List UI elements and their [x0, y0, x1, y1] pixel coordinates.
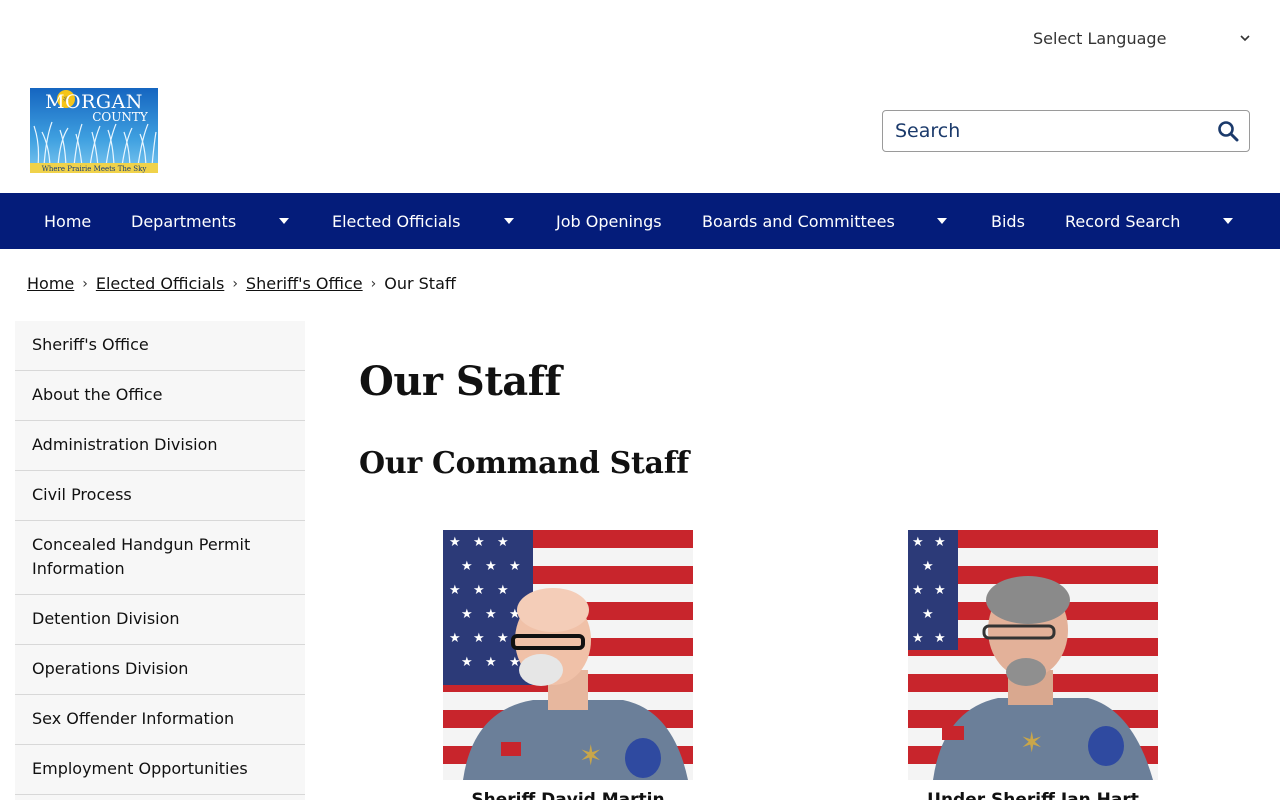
svg-text:★: ★	[485, 559, 497, 574]
sidebar-item-detention[interactable]: Detention Division	[15, 595, 305, 645]
svg-text:★: ★	[934, 583, 946, 598]
breadcrumb-separator: ›	[370, 275, 377, 292]
svg-text:★: ★	[449, 535, 461, 550]
page-title: Our Staff	[359, 358, 562, 405]
language-select-label: Select Language	[1033, 28, 1167, 48]
sidebar-item-sex-offender[interactable]: Sex Offender Information	[15, 695, 305, 745]
nav-home[interactable]: Home	[44, 193, 91, 249]
sidebar-item-more[interactable]	[15, 795, 305, 800]
svg-text:★: ★	[497, 583, 509, 598]
language-select[interactable]: Select Language	[1022, 24, 1262, 52]
search-input[interactable]	[895, 120, 1215, 142]
staff-photo: ★ ★ ★ ★ ★ ★ ★ ★ ✶	[908, 530, 1158, 780]
sidebar-item-civil-process[interactable]: Civil Process	[15, 471, 305, 521]
svg-text:★: ★	[485, 655, 497, 670]
departments-caret-icon[interactable]	[274, 193, 294, 249]
svg-text:★: ★	[912, 535, 924, 550]
sidebar-item-sheriffs-office[interactable]: Sheriff's Office	[15, 321, 305, 371]
staff-name: Under Sheriff Ian Hart	[927, 790, 1139, 800]
svg-text:★: ★	[922, 607, 934, 622]
search-box	[882, 110, 1250, 152]
nav-job-openings[interactable]: Job Openings	[556, 193, 662, 249]
nav-departments[interactable]: Departments	[131, 193, 236, 249]
svg-text:★: ★	[485, 607, 497, 622]
svg-text:★: ★	[473, 583, 485, 598]
search-icon[interactable]	[1215, 118, 1241, 144]
sidebar-item-operations[interactable]: Operations Division	[15, 645, 305, 695]
svg-text:★: ★	[461, 655, 473, 670]
svg-text:★: ★	[934, 631, 946, 646]
section-title: Our Command Staff	[359, 446, 689, 481]
breadcrumb-home[interactable]: Home	[27, 274, 74, 293]
svg-text:★: ★	[473, 535, 485, 550]
svg-text:✶: ✶	[1020, 726, 1043, 759]
svg-text:★: ★	[473, 631, 485, 646]
county-logo[interactable]: ☼ MORGAN COUNTY Where Prairie Meets The …	[30, 88, 158, 173]
breadcrumb-separator: ›	[232, 275, 238, 292]
main-nav: Home Departments Elected Officials Job O…	[0, 193, 1280, 249]
breadcrumb-current: Our Staff	[384, 274, 456, 293]
svg-text:★: ★	[922, 559, 934, 574]
nav-boards-committees[interactable]: Boards and Committees	[702, 193, 895, 249]
sidebar-item-administration[interactable]: Administration Division	[15, 421, 305, 471]
sidebar-item-about[interactable]: About the Office	[15, 371, 305, 421]
svg-text:★: ★	[934, 535, 946, 550]
svg-text:★: ★	[449, 631, 461, 646]
svg-text:COUNTY: COUNTY	[92, 110, 149, 124]
sidebar-nav: Sheriff's Office About the Office Admini…	[15, 321, 305, 800]
sidebar-item-concealed-handgun[interactable]: Concealed Handgun Permit Information	[15, 521, 305, 595]
breadcrumb: Home › Elected Officials › Sheriff's Off…	[27, 274, 456, 293]
svg-text:★: ★	[912, 583, 924, 598]
breadcrumb-sheriffs-office[interactable]: Sheriff's Office	[246, 274, 363, 293]
svg-text:✶: ✶	[579, 739, 602, 772]
staff-name: Sheriff David Martin	[471, 790, 665, 800]
svg-text:★: ★	[461, 607, 473, 622]
svg-text:★: ★	[509, 559, 521, 574]
nav-record-search[interactable]: Record Search	[1065, 193, 1180, 249]
breadcrumb-elected-officials[interactable]: Elected Officials	[96, 274, 224, 293]
sidebar-item-employment[interactable]: Employment Opportunities	[15, 745, 305, 795]
svg-text:★: ★	[497, 631, 509, 646]
chevron-down-icon	[1240, 31, 1250, 45]
svg-text:★: ★	[461, 559, 473, 574]
staff-photo: ★ ★ ★ ★ ★ ★ ★ ★ ★ ★ ★ ★ ★ ★ ★ ★ ★ ★ ✶	[443, 530, 693, 780]
svg-text:★: ★	[497, 535, 509, 550]
breadcrumb-separator: ›	[82, 275, 88, 292]
svg-text:★: ★	[449, 583, 461, 598]
svg-text:★: ★	[912, 631, 924, 646]
boards-caret-icon[interactable]	[932, 193, 952, 249]
svg-text:Where Prairie Meets The Sky: Where Prairie Meets The Sky	[42, 165, 147, 173]
nav-bids[interactable]: Bids	[991, 193, 1025, 249]
nav-elected-officials[interactable]: Elected Officials	[332, 193, 460, 249]
record-search-caret-icon[interactable]	[1218, 193, 1238, 249]
elected-officials-caret-icon[interactable]	[499, 193, 519, 249]
